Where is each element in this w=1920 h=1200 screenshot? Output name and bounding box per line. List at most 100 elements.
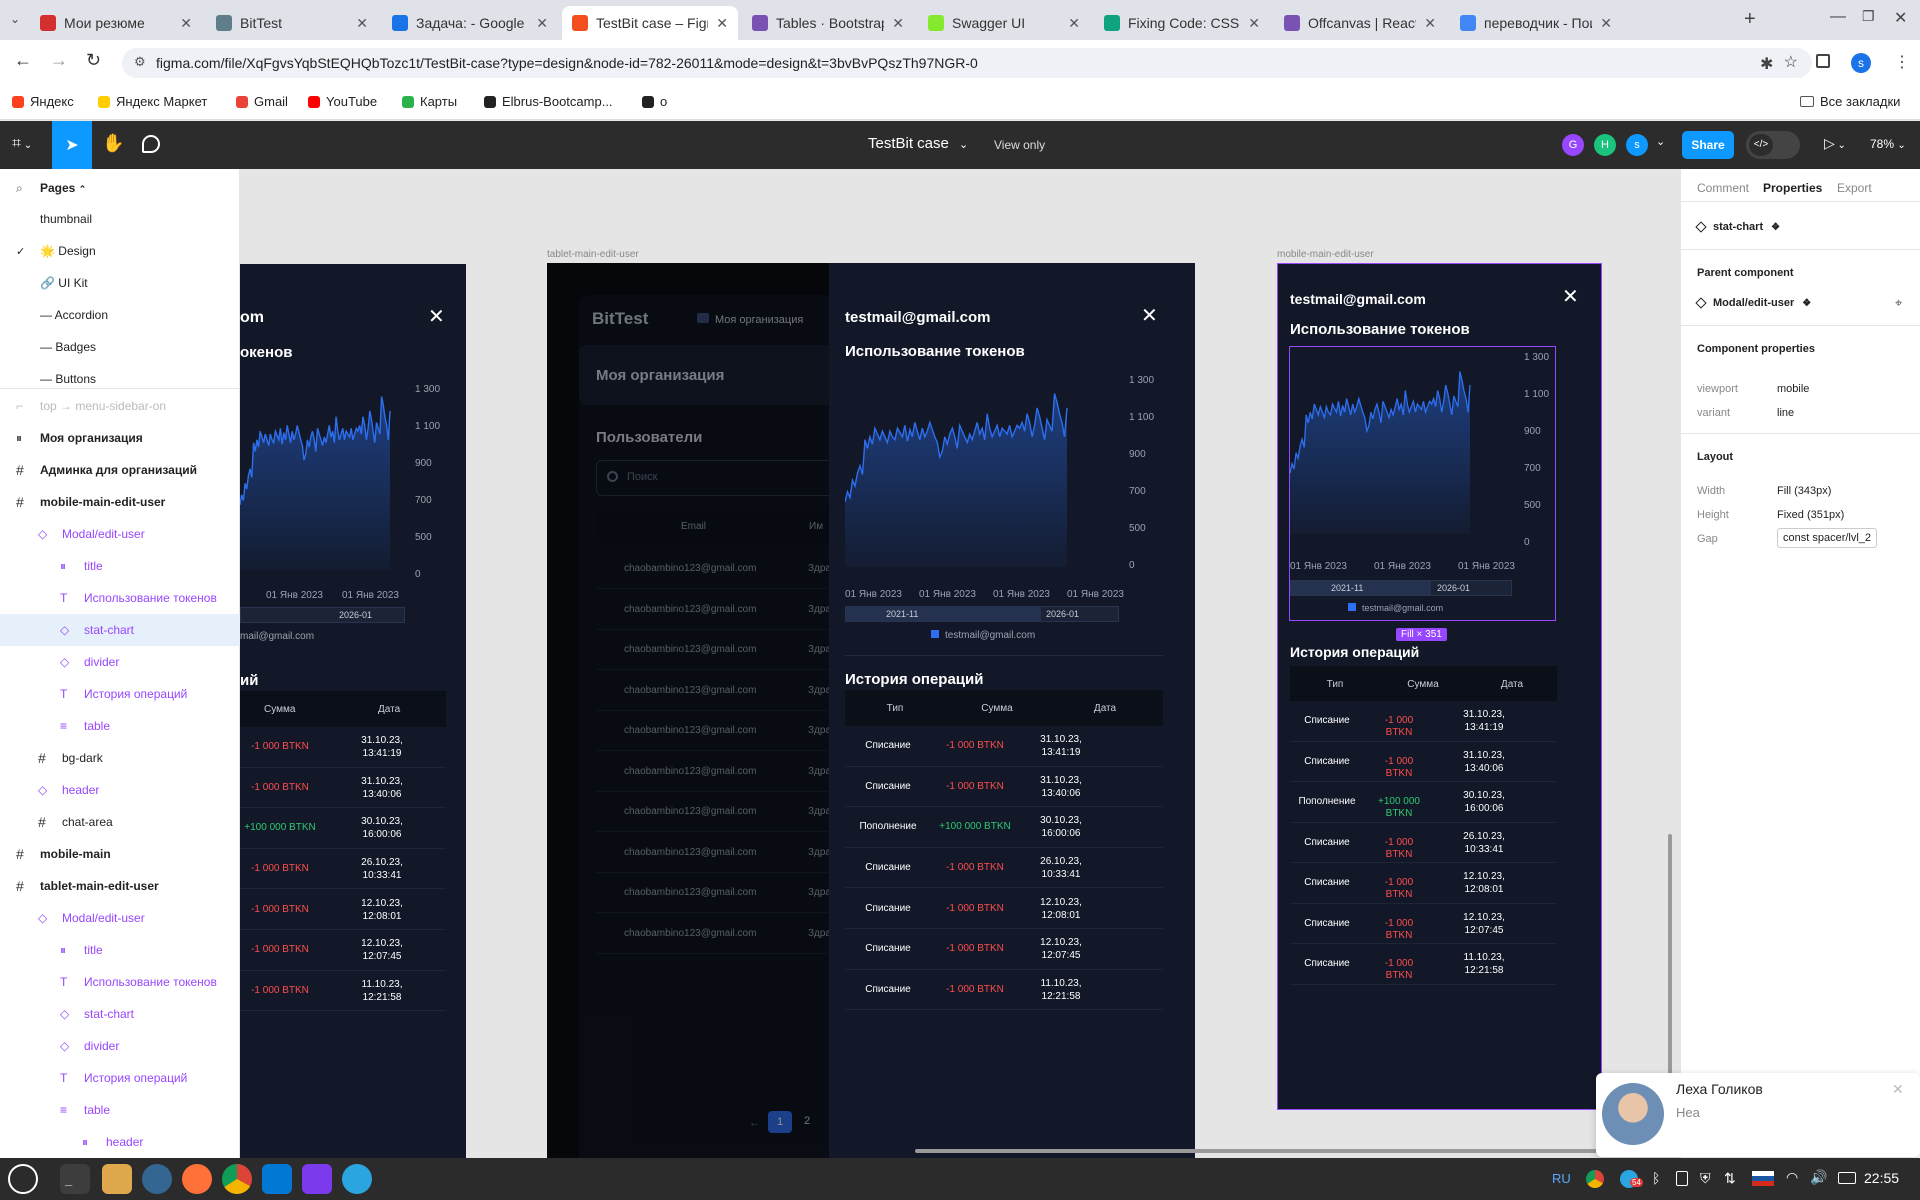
- mobile-close-icon[interactable]: ✕: [1562, 284, 1579, 309]
- layer-row[interactable]: ◇ divider: [0, 1030, 240, 1062]
- network-icon[interactable]: ⇅: [1724, 1170, 1736, 1187]
- move-tool-button[interactable]: ➤: [52, 121, 92, 169]
- window-minimize-icon[interactable]: —: [1830, 8, 1846, 26]
- tab-close-icon[interactable]: ✕: [536, 15, 548, 32]
- collaborator-avatar[interactable]: s: [1626, 134, 1648, 156]
- layer-row[interactable]: ≡ table: [0, 710, 240, 742]
- new-tab-plus-icon[interactable]: +: [1744, 8, 1756, 31]
- canvas-vertical-scrollbar[interactable]: [1668, 834, 1672, 1074]
- mobile-range-slider[interactable]: 2021-11 2026-01: [1290, 580, 1512, 596]
- layer-row[interactable]: T Использование токенов: [0, 582, 240, 614]
- bluetooth-icon[interactable]: ᛒ: [1652, 1170, 1660, 1186]
- back-arrow-icon[interactable]: ←: [14, 50, 32, 71]
- table-row[interactable]: Списание -1 000 BTKN 12.10.23, 12:07:45: [1290, 904, 1557, 944]
- tray-chrome-icon[interactable]: [1586, 1170, 1604, 1188]
- layer-row[interactable]: ◇ Modal/edit-user: [0, 902, 240, 934]
- page-item[interactable]: — Badges: [0, 331, 240, 363]
- table-row[interactable]: Списание -1 000 BTKN 11.10.23, 12:21:58: [1290, 944, 1557, 985]
- table-row[interactable]: -1 000 BTKN 26.10.23, 10:33:41: [240, 849, 446, 890]
- chat-close-icon[interactable]: ✕: [1892, 1081, 1904, 1098]
- tablet-frame[interactable]: BitTest Моя организация Моя организация …: [547, 263, 1195, 1158]
- tab-close-icon[interactable]: ✕: [356, 15, 368, 32]
- terminal-icon[interactable]: _: [60, 1164, 90, 1194]
- window-restore-icon[interactable]: ❐: [1862, 8, 1875, 25]
- partial-close-icon[interactable]: ✕: [428, 304, 445, 329]
- url-field[interactable]: ⚙ figma.com/file/XqFgvsYqbStEQHQbTozc1t/…: [122, 48, 1812, 78]
- present-play-icon[interactable]: ▷ ⌄: [1824, 135, 1846, 152]
- forward-arrow-icon[interactable]: →: [50, 50, 68, 71]
- table-row[interactable]: Списание -1 000 BTKN 31.10.23, 13:40:06: [845, 767, 1163, 808]
- bookmark-item[interactable]: o: [642, 94, 667, 109]
- sidebar-toggle-icon[interactable]: [1816, 54, 1830, 68]
- layer-row[interactable]: T История операций: [0, 678, 240, 710]
- pages-header[interactable]: Pages ⌃: [40, 181, 86, 195]
- layer-row[interactable]: ≡ table: [0, 1094, 240, 1126]
- table-row[interactable]: Пополнение +100 000 BTKN 30.10.23, 16:00:0…: [1290, 782, 1557, 823]
- rp-tab[interactable]: Comment: [1697, 181, 1749, 195]
- bookmark-item[interactable]: YouTube: [308, 94, 377, 109]
- rp-tab[interactable]: Properties: [1763, 181, 1822, 195]
- layer-row[interactable]: ◇ Modal/edit-user: [0, 518, 240, 550]
- tab-close-icon[interactable]: ✕: [1248, 15, 1260, 32]
- layout-value[interactable]: Fill (343px): [1777, 485, 1831, 497]
- page-item[interactable]: — Accordion: [0, 299, 240, 331]
- extensions-puzzle-icon[interactable]: ✱: [1760, 54, 1773, 74]
- table-row[interactable]: -1 000 BTKN 31.10.23, 13:41:19: [240, 727, 446, 768]
- layer-row[interactable]: ◇ header: [0, 774, 240, 806]
- layout-value[interactable]: Fixed (351px): [1777, 509, 1844, 521]
- clipboard-icon[interactable]: [1676, 1171, 1688, 1186]
- bookmark-item[interactable]: Elbrus-Bootcamp...: [484, 94, 613, 109]
- table-row[interactable]: Списание -1 000 BTKN 26.10.23, 10:33:41: [845, 848, 1163, 889]
- postgres-elephant-icon[interactable]: [142, 1164, 172, 1194]
- bookmark-item[interactable]: Карты: [402, 94, 457, 109]
- table-row[interactable]: Списание -1 000 BTKN 11.10.23, 12:21:58: [845, 970, 1163, 1011]
- component-row[interactable]: stat-chart ❖: [1695, 221, 1780, 233]
- comment-tool-icon[interactable]: [142, 135, 160, 153]
- table-row[interactable]: -1 000 BTKN 11.10.23, 12:21:58: [240, 971, 446, 1012]
- bg-page-next[interactable]: 2: [804, 1115, 810, 1127]
- bookmark-item[interactable]: Яндекс Маркет: [98, 94, 207, 109]
- tab-close-icon[interactable]: ✕: [1068, 15, 1080, 32]
- figma-menu-icon[interactable]: ⌗ ⌄: [12, 135, 32, 153]
- table-row[interactable]: Пополнение +100 000 BTKN 30.10.23, 16:00:0…: [845, 807, 1163, 848]
- obsidian-icon[interactable]: [302, 1164, 332, 1194]
- update-shield-icon[interactable]: ⛨: [1700, 1170, 1711, 1187]
- mobile-legend[interactable]: testmail@gmail.com: [1348, 603, 1443, 613]
- browser-tab[interactable]: Offcanvas | React B ✕: [1274, 6, 1446, 40]
- bookmark-star-icon[interactable]: ☆: [1784, 52, 1798, 72]
- tablet-legend[interactable]: testmail@gmail.com: [931, 630, 1035, 641]
- vscode-icon[interactable]: [262, 1164, 292, 1194]
- layout-value[interactable]: const spacer/lvl_2: [1777, 528, 1878, 548]
- parent-component-row[interactable]: Modal/edit-user ❖: [1695, 297, 1811, 309]
- table-row[interactable]: Списание -1 000 BTKN 31.10.23, 13:40:06: [1290, 742, 1557, 782]
- table-row[interactable]: Списание -1 000 BTKN 31.10.23, 13:41:19: [1290, 701, 1557, 742]
- mint-menu-icon[interactable]: [8, 1164, 38, 1194]
- design-canvas[interactable]: om ✕ окенов 1 300 1 100 900 700 500 0 01…: [240, 169, 1680, 1158]
- hand-tool-icon[interactable]: ✋: [102, 133, 124, 154]
- collaborator-avatar[interactable]: H: [1594, 134, 1616, 156]
- table-row[interactable]: -1 000 BTKN 12.10.23, 12:07:45: [240, 930, 446, 971]
- page-item[interactable]: 🔗 UI Kit: [0, 267, 240, 299]
- dev-mode-toggle[interactable]: </>: [1746, 131, 1800, 159]
- all-bookmarks[interactable]: Все закладки: [1800, 94, 1900, 109]
- browser-menu-icon[interactable]: ⋮: [1894, 52, 1910, 72]
- rp-tab[interactable]: Export: [1837, 181, 1872, 195]
- browser-tab[interactable]: Tables · Bootstrap v ✕: [742, 6, 914, 40]
- layer-row[interactable]: T Использование токенов: [0, 966, 240, 998]
- table-row[interactable]: Списание -1 000 BTKN 12.10.23, 12:07:45: [845, 929, 1163, 970]
- layer-row[interactable]: # chat-area: [0, 806, 240, 838]
- files-folder-icon[interactable]: [102, 1164, 132, 1194]
- avatars-chevron-icon[interactable]: ⌄: [1656, 135, 1665, 148]
- bg-pagination-prev-icon[interactable]: ←: [749, 1117, 760, 1129]
- browser-tab[interactable]: Swagger UI ✕: [918, 6, 1090, 40]
- layer-row[interactable]: ⏸ title: [0, 934, 240, 966]
- go-to-main-component-icon[interactable]: ⌖: [1895, 295, 1902, 311]
- canvas-horizontal-scrollbar[interactable]: [915, 1149, 1605, 1153]
- tablet-range-slider[interactable]: 2021-11 2026-01: [845, 606, 1119, 622]
- tablet-range-window[interactable]: [846, 607, 1041, 621]
- firefox-icon[interactable]: [182, 1164, 212, 1194]
- table-row[interactable]: Списание -1 000 BTKN 12.10.23, 12:08:01: [845, 888, 1163, 929]
- layer-row[interactable]: # Админка для организаций: [0, 454, 240, 486]
- collaborator-avatar[interactable]: G: [1562, 134, 1584, 156]
- browser-tab[interactable]: TestBit case – Figma ✕: [562, 6, 738, 40]
